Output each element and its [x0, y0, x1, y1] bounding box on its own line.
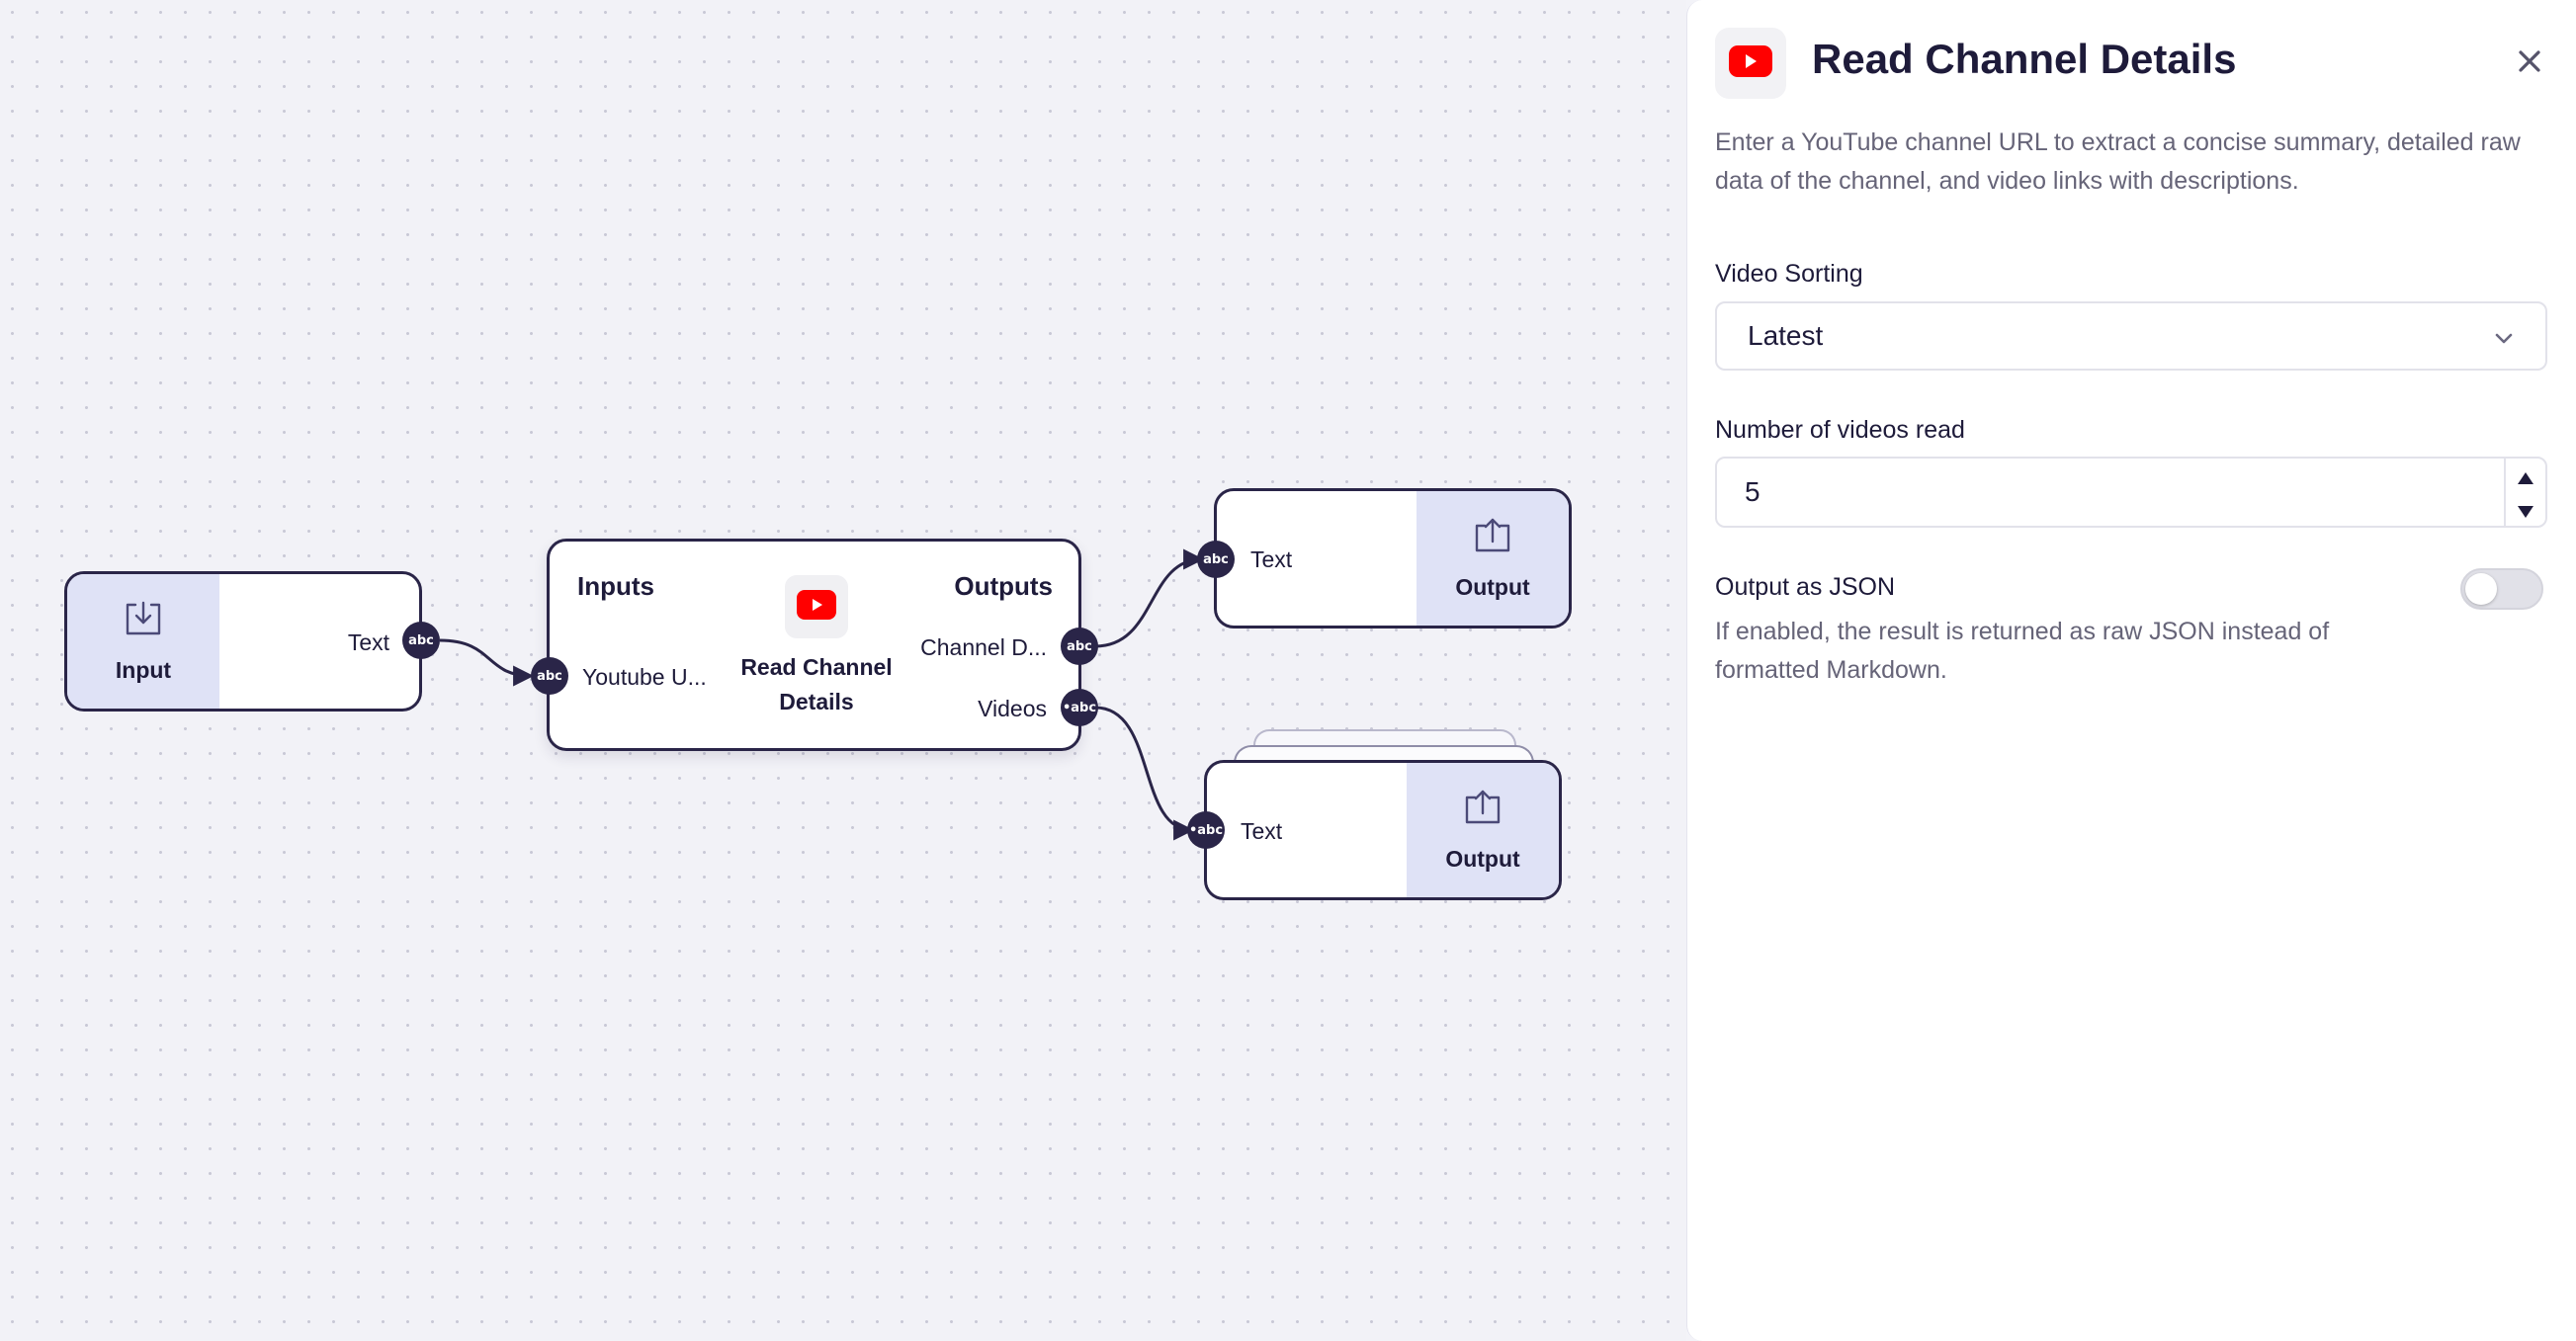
panel-title: Read Channel Details [1812, 36, 2237, 82]
close-icon [2518, 49, 2541, 78]
output-node-1-icon-panel: Output [1417, 491, 1569, 626]
output-node-1[interactable]: Text Output [1214, 488, 1572, 629]
youtube-url-port-label: Youtube U... [582, 664, 707, 690]
videos-read-label: Number of videos read [1715, 416, 1965, 444]
triangle-down-icon [2518, 493, 2533, 525]
videos-read-input[interactable]: 5 [1715, 457, 2547, 528]
read-channel-title-line2: Details [779, 689, 854, 714]
node-settings-panel: Read Channel Details Enter a YouTube cha… [1686, 0, 2576, 1341]
youtube-url-input-port[interactable]: abc [531, 657, 568, 695]
input-node-title: Input [115, 657, 172, 683]
output-json-toggle[interactable] [2460, 568, 2543, 610]
output-node-1-title: Output [1455, 574, 1530, 600]
output-json-label: Output as JSON [1715, 573, 1896, 601]
edge-input-to-read-channel[interactable] [439, 638, 535, 687]
video-sorting-select[interactable]: Latest [1715, 301, 2547, 371]
chevron-down-icon [2492, 325, 2516, 357]
videos-output-port[interactable]: •abc [1061, 689, 1098, 726]
input-node-port-label: Text [347, 629, 389, 655]
edge-videos-to-output[interactable] [1094, 706, 1195, 841]
output-node-2-input-port[interactable]: •abc [1187, 811, 1225, 849]
channel-details-output-port[interactable]: abc [1061, 628, 1098, 665]
youtube-icon [797, 589, 836, 625]
read-channel-node[interactable]: Inputs Outputs Read Channel Details Yout… [547, 539, 1081, 751]
inputs-heading: Inputs [577, 571, 654, 601]
input-node-output-port[interactable]: abc [402, 622, 440, 659]
read-channel-title-line1: Read Channel [740, 654, 893, 680]
workflow-canvas[interactable]: Input Text abc Inputs Outputs Read Chann… [0, 0, 1686, 1341]
output-node-2-icon-panel: Output [1407, 763, 1559, 897]
upload-tray-icon [1462, 788, 1503, 832]
toggle-knob [2465, 573, 2497, 605]
outputs-heading: Outputs [954, 571, 1053, 601]
youtube-icon [1729, 44, 1772, 82]
input-node-icon-panel: Input [67, 574, 219, 709]
edge-channel-details-to-output[interactable] [1094, 548, 1205, 648]
videos-read-stepper [2504, 459, 2545, 526]
input-node[interactable]: Input Text [64, 571, 422, 712]
output-json-help: If enabled, the result is returned as ra… [1715, 618, 2330, 684]
output-node-1-port-label: Text [1250, 546, 1293, 572]
close-button[interactable] [2514, 47, 2545, 79]
videos-port-label: Videos [978, 696, 1047, 721]
download-tray-icon [123, 599, 164, 643]
video-sorting-value: Latest [1748, 320, 1824, 351]
panel-header-icon-badge [1715, 28, 1786, 99]
output-node-2-port-label: Text [1241, 818, 1283, 844]
read-channel-title: Read Channel Details [718, 650, 915, 719]
stepper-down-button[interactable] [2506, 492, 2545, 526]
video-sorting-label: Video Sorting [1715, 260, 1863, 288]
read-channel-icon-badge [785, 575, 848, 638]
output-node-2-title: Output [1445, 846, 1520, 872]
upload-tray-icon [1472, 516, 1513, 560]
output-node-1-input-port[interactable]: abc [1197, 541, 1235, 578]
panel-description: Enter a YouTube channel URL to extract a… [1715, 128, 2521, 195]
videos-read-value: 5 [1745, 476, 1760, 507]
output-node-2[interactable]: Text Output [1204, 760, 1562, 900]
channel-details-port-label: Channel D... [920, 634, 1047, 660]
triangle-up-icon [2518, 460, 2533, 491]
stepper-up-button[interactable] [2506, 459, 2545, 492]
